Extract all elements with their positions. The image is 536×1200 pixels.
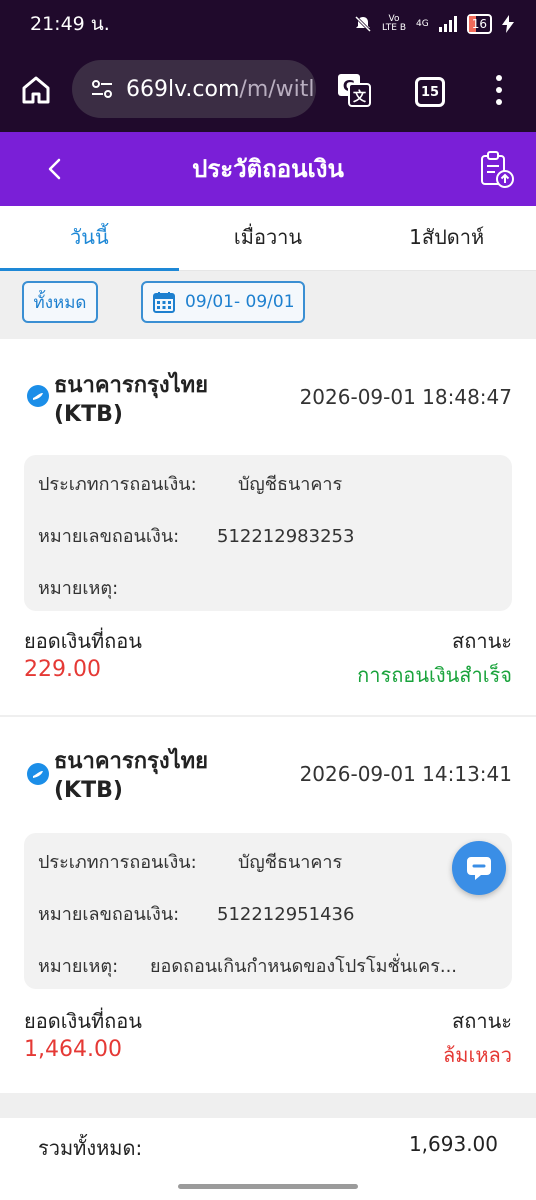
tab-one-week[interactable]: 1สัปดาห์ bbox=[357, 206, 536, 270]
withdrawal-record: ธนาคารกรุงไทย (KTB) 2026-09-01 18:48:47 … bbox=[0, 339, 536, 715]
tab-count: 15 bbox=[420, 84, 440, 100]
status-badge: การถอนเงินสำเร็จ bbox=[357, 663, 512, 687]
filter-all-label: ทั้งหมด bbox=[33, 292, 87, 313]
note-row: หมายเหตุ: ยอดถอนเกินกำหนดของโปรโมชั่นเคร.… bbox=[38, 951, 457, 980]
amount-label: ยอดเงินที่ถอน bbox=[24, 1009, 142, 1033]
withdraw-type-row: ประเภทการถอนเงิน: บัญชีธนาคาร bbox=[38, 847, 342, 876]
url-text[interactable]: 669lv.com/m/witl bbox=[126, 77, 315, 102]
withdraw-amount: 1,464.00 bbox=[24, 1037, 122, 1062]
bank-logo-icon bbox=[27, 763, 49, 785]
record-timestamp: 2026-09-01 14:13:41 bbox=[299, 762, 512, 786]
withdrawal-record: ธนาคารกรุงไทย (KTB) 2026-09-01 14:13:41 … bbox=[0, 717, 536, 1093]
home-icon[interactable] bbox=[20, 74, 52, 106]
status-badge: ล้มเหลว bbox=[443, 1043, 512, 1067]
status-label: สถานะ bbox=[452, 629, 512, 653]
bank-name-thai: ธนาคารกรุงไทย bbox=[54, 749, 209, 774]
bank-name: ธนาคารกรุงไทย (KTB) bbox=[54, 371, 254, 429]
date-tabs: วันนี้ เมื่อวาน 1สัปดาห์ bbox=[0, 206, 536, 271]
record-details: ประเภทการถอนเงิน: บัญชีธนาคาร หมายเลขถอนเ… bbox=[24, 833, 512, 989]
status-time: 21:49 น. bbox=[30, 13, 110, 35]
tab-yesterday[interactable]: เมื่อวาน bbox=[179, 206, 358, 270]
withdraw-number-row: หมายเลขถอนเงิน: 512212951436 bbox=[38, 899, 354, 928]
amount-label: ยอดเงินที่ถอน bbox=[24, 629, 142, 653]
page-title: ประวัติถอนเงิน bbox=[192, 155, 344, 183]
mute-icon bbox=[354, 15, 372, 33]
translate-icon[interactable]: G 文 bbox=[336, 72, 372, 108]
bank-logo-icon bbox=[27, 385, 49, 407]
signal-icon bbox=[438, 16, 457, 32]
chevron-left-icon[interactable] bbox=[44, 156, 68, 182]
note-row: หมายเหตุ: bbox=[38, 573, 150, 602]
total-value: 1,693.00 bbox=[408, 1132, 498, 1156]
withdraw-number-label: หมายเลขถอนเงิน: bbox=[38, 526, 180, 547]
withdraw-type-label: ประเภทการถอนเงิน: bbox=[38, 852, 197, 873]
status-icons: Vo LTE B 4G 16 bbox=[354, 14, 514, 34]
address-bar[interactable]: 669lv.com/m/witl bbox=[72, 60, 316, 118]
status-label: สถานะ bbox=[452, 1009, 512, 1033]
clipboard-upload-icon[interactable] bbox=[478, 150, 516, 190]
date-range-picker[interactable]: 09/01- 09/01 bbox=[141, 281, 305, 323]
bank-name: ธนาคารกรุงไทย (KTB) bbox=[54, 747, 254, 805]
bank-name-thai: ธนาคารกรุงไทย bbox=[54, 373, 209, 398]
withdraw-number-row: หมายเลขถอนเงิน: 512212983253 bbox=[38, 521, 354, 550]
note-label: หมายเหตุ: bbox=[38, 956, 119, 977]
bank-name-code: (KTB) bbox=[54, 778, 123, 803]
withdraw-amount: 229.00 bbox=[24, 657, 101, 682]
withdraw-number-label: หมายเลขถอนเงิน: bbox=[38, 904, 180, 925]
network-type: 4G bbox=[416, 18, 429, 29]
app-header: ประวัติถอนเงิน bbox=[0, 132, 536, 206]
battery-icon: 16 bbox=[466, 14, 492, 34]
calendar-icon bbox=[153, 292, 175, 313]
volte-indicator: Vo LTE B bbox=[382, 14, 407, 33]
date-range-text: 09/01- 09/01 bbox=[185, 292, 295, 312]
battery-level: 16 bbox=[471, 17, 487, 31]
status-bar: 21:49 น. Vo LTE B 4G 16 bbox=[0, 0, 536, 48]
withdraw-type-value: บัญชีธนาคาร bbox=[238, 852, 343, 873]
gesture-nav-bar[interactable] bbox=[178, 1184, 358, 1189]
note-value: ยอดถอนเกินกำหนดของโปรโมชั่นเคร... bbox=[150, 956, 458, 977]
svg-text:文: 文 bbox=[353, 89, 367, 105]
url-path: /m/witl bbox=[239, 76, 315, 102]
browser-toolbar: 669lv.com/m/witl G 文 15 bbox=[0, 48, 536, 132]
total-label: รวมทั้งหมด: bbox=[38, 1136, 143, 1160]
chat-button[interactable] bbox=[452, 841, 506, 895]
withdraw-number-value: 512212983253 bbox=[217, 526, 355, 547]
filter-row: ทั้งหมด 09/01- 09/01 bbox=[0, 271, 536, 337]
url-host: 669lv.com bbox=[126, 76, 240, 102]
tab-today[interactable]: วันนี้ bbox=[0, 206, 179, 271]
filter-all-button[interactable]: ทั้งหมด bbox=[22, 281, 98, 323]
tab-switcher-button[interactable]: 15 bbox=[415, 77, 445, 107]
withdraw-type-value: บัญชีธนาคาร bbox=[238, 474, 343, 495]
charging-icon bbox=[502, 15, 514, 33]
tune-icon[interactable] bbox=[90, 77, 114, 101]
withdraw-type-row: ประเภทการถอนเงิน: บัญชีธนาคาร bbox=[38, 469, 342, 498]
note-label: หมายเหตุ: bbox=[38, 578, 119, 599]
withdraw-number-value: 512212951436 bbox=[217, 904, 355, 925]
record-details: ประเภทการถอนเงิน: บัญชีธนาคาร หมายเลขถอนเ… bbox=[24, 455, 512, 611]
bank-name-code: (KTB) bbox=[54, 402, 123, 427]
withdraw-type-label: ประเภทการถอนเงิน: bbox=[38, 474, 197, 495]
chat-bubble-icon bbox=[467, 857, 491, 880]
more-vert-icon[interactable] bbox=[492, 75, 506, 105]
record-timestamp: 2026-09-01 18:48:47 bbox=[299, 385, 512, 409]
